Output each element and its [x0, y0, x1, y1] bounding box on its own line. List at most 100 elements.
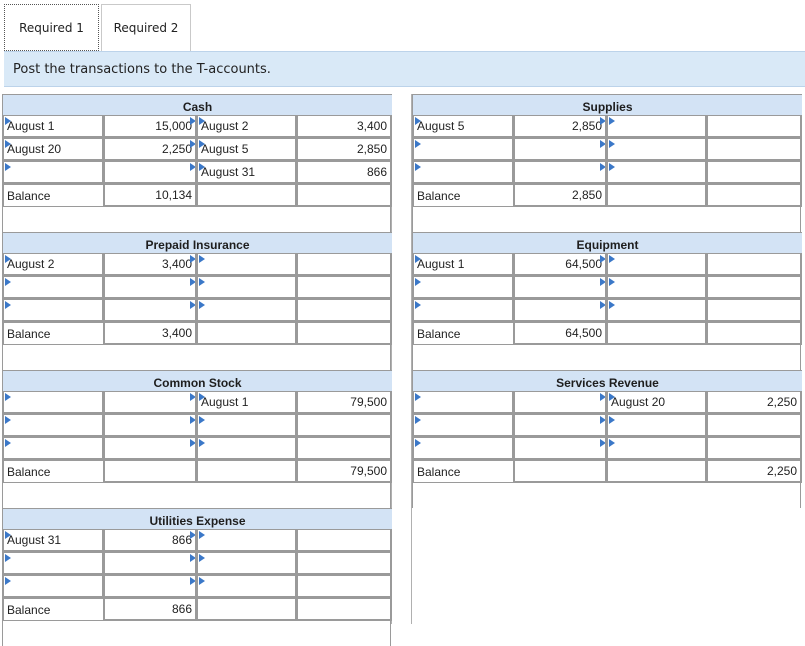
debit-date-select[interactable]: [413, 138, 514, 161]
debit-date-select[interactable]: August 31: [3, 529, 104, 552]
debit-amount-input[interactable]: [104, 299, 197, 322]
credit-date-select[interactable]: [197, 529, 297, 552]
credit-date-select[interactable]: [607, 276, 707, 299]
credit-amount-input[interactable]: [297, 276, 392, 299]
credit-date-select[interactable]: [197, 437, 297, 460]
credit-amount-input[interactable]: [297, 552, 392, 575]
debit-amount-input[interactable]: [514, 414, 607, 437]
credit-date-select[interactable]: [607, 299, 707, 322]
debit-amount-input[interactable]: [514, 138, 607, 161]
balance-debit-input[interactable]: 3,400: [104, 322, 197, 345]
debit-date-select[interactable]: [3, 276, 104, 299]
credit-amount-input[interactable]: [707, 161, 802, 184]
credit-amount-input[interactable]: [297, 437, 392, 460]
balance-credit-input[interactable]: 2,250: [707, 460, 802, 483]
debit-amount-input[interactable]: [104, 575, 197, 598]
debit-amount-input[interactable]: [104, 552, 197, 575]
debit-amount-input[interactable]: [514, 391, 607, 414]
debit-amount-input[interactable]: 866: [104, 529, 197, 552]
credit-amount-input[interactable]: [297, 575, 392, 598]
credit-amount-input[interactable]: 2,850: [297, 138, 392, 161]
debit-date-select[interactable]: August 5: [413, 115, 514, 138]
credit-date-select[interactable]: August 1: [197, 391, 297, 414]
balance-debit-input[interactable]: 64,500: [514, 322, 607, 345]
balance-credit-cell[interactable]: [197, 598, 297, 621]
credit-amount-input[interactable]: [707, 437, 802, 460]
credit-date-select[interactable]: [607, 437, 707, 460]
debit-amount-input[interactable]: 2,250: [104, 138, 197, 161]
debit-amount-input[interactable]: [104, 391, 197, 414]
debit-date-select[interactable]: [413, 276, 514, 299]
debit-date-select[interactable]: [413, 414, 514, 437]
credit-amount-input[interactable]: [707, 253, 802, 276]
credit-date-select[interactable]: [197, 253, 297, 276]
balance-debit-input[interactable]: [104, 460, 197, 483]
balance-debit-input[interactable]: [514, 460, 607, 483]
debit-date-select[interactable]: August 1: [413, 253, 514, 276]
credit-amount-input[interactable]: [707, 276, 802, 299]
debit-date-select[interactable]: [413, 391, 514, 414]
credit-date-select[interactable]: [607, 115, 707, 138]
balance-debit-input[interactable]: 10,134: [104, 184, 197, 207]
credit-date-select[interactable]: [607, 138, 707, 161]
debit-date-select[interactable]: [3, 552, 104, 575]
balance-credit-input[interactable]: [297, 598, 392, 621]
credit-date-select[interactable]: August 20: [607, 391, 707, 414]
debit-amount-input[interactable]: 2,850: [514, 115, 607, 138]
credit-date-select[interactable]: [197, 276, 297, 299]
debit-date-select[interactable]: [3, 414, 104, 437]
credit-amount-input[interactable]: [297, 253, 392, 276]
credit-amount-input[interactable]: [707, 414, 802, 437]
balance-credit-input[interactable]: 79,500: [297, 460, 392, 483]
balance-credit-cell[interactable]: [197, 322, 297, 345]
credit-date-select[interactable]: [197, 299, 297, 322]
debit-date-select[interactable]: [413, 299, 514, 322]
credit-amount-input[interactable]: [297, 414, 392, 437]
balance-credit-cell[interactable]: [197, 460, 297, 483]
balance-credit-cell[interactable]: [607, 460, 707, 483]
credit-date-select[interactable]: August 5: [197, 138, 297, 161]
credit-amount-input[interactable]: 2,250: [707, 391, 802, 414]
debit-amount-input[interactable]: [104, 414, 197, 437]
credit-amount-input[interactable]: 866: [297, 161, 392, 184]
balance-credit-input[interactable]: [297, 322, 392, 345]
debit-amount-input[interactable]: 64,500: [514, 253, 607, 276]
debit-amount-input[interactable]: 15,000: [104, 115, 197, 138]
credit-date-select[interactable]: [607, 414, 707, 437]
balance-credit-input[interactable]: [707, 322, 802, 345]
debit-date-select[interactable]: August 20: [3, 138, 104, 161]
credit-amount-input[interactable]: [707, 299, 802, 322]
credit-amount-input[interactable]: 3,400: [297, 115, 392, 138]
balance-debit-input[interactable]: 866: [104, 598, 197, 621]
debit-amount-input[interactable]: [104, 437, 197, 460]
balance-debit-input[interactable]: 2,850: [514, 184, 607, 207]
debit-date-select[interactable]: August 1: [3, 115, 104, 138]
credit-amount-input[interactable]: [297, 299, 392, 322]
credit-date-select[interactable]: August 2: [197, 115, 297, 138]
credit-date-select[interactable]: [607, 253, 707, 276]
debit-date-select[interactable]: [3, 299, 104, 322]
credit-amount-input[interactable]: [707, 138, 802, 161]
credit-amount-input[interactable]: [707, 115, 802, 138]
debit-amount-input[interactable]: [514, 299, 607, 322]
credit-amount-input[interactable]: [297, 529, 392, 552]
debit-date-select[interactable]: [3, 437, 104, 460]
debit-date-select[interactable]: [413, 161, 514, 184]
debit-amount-input[interactable]: [104, 161, 197, 184]
balance-credit-input[interactable]: [297, 184, 392, 207]
debit-amount-input[interactable]: [514, 161, 607, 184]
balance-credit-cell[interactable]: [607, 184, 707, 207]
tab-required-1[interactable]: Required 1: [4, 4, 99, 51]
debit-date-select[interactable]: [413, 437, 514, 460]
credit-date-select[interactable]: [607, 161, 707, 184]
debit-amount-input[interactable]: [514, 437, 607, 460]
debit-date-select[interactable]: [3, 161, 104, 184]
credit-date-select[interactable]: [197, 552, 297, 575]
credit-amount-input[interactable]: 79,500: [297, 391, 392, 414]
tab-required-2[interactable]: Required 2: [101, 4, 191, 51]
balance-credit-input[interactable]: [707, 184, 802, 207]
debit-date-select[interactable]: August 2: [3, 253, 104, 276]
debit-amount-input[interactable]: [514, 276, 607, 299]
credit-date-select[interactable]: [197, 414, 297, 437]
debit-date-select[interactable]: [3, 391, 104, 414]
